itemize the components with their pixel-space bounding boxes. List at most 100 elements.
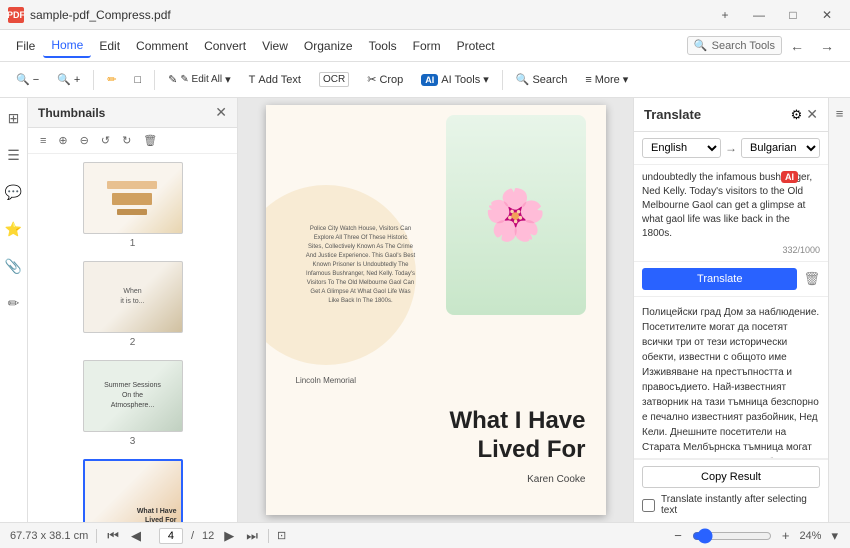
thumb-zoom-in-icon[interactable]: ⊕ bbox=[54, 132, 71, 149]
thumbnails-toolbar: ≡ ⊕ ⊖ ↺ ↻ 🗑 bbox=[28, 128, 237, 154]
titlebar: PDF sample-pdf_Compress.pdf + — □ ✕ bbox=[0, 0, 850, 30]
sidebar-attach-icon[interactable]: 📎 bbox=[1, 254, 26, 279]
copy-result-button[interactable]: Copy Result bbox=[642, 466, 820, 488]
thumbnail-number: 1 bbox=[130, 238, 136, 249]
add-text-button[interactable]: T Add Text bbox=[241, 70, 309, 90]
more-dropdown-icon: ▾ bbox=[623, 73, 629, 86]
thumbnail-item[interactable]: 1 bbox=[32, 162, 233, 249]
page-total-sep: / bbox=[191, 530, 194, 542]
thumbnail-item[interactable]: What I HaveLived For 4 bbox=[32, 459, 233, 522]
pdf-page: 🌸 Police City Watch House, Visitors Can … bbox=[266, 105, 606, 515]
ai-tools-badge: AI bbox=[421, 74, 438, 86]
nav-forward-button[interactable]: → bbox=[812, 35, 842, 57]
rect-icon: □ bbox=[135, 74, 142, 86]
nav-back-button[interactable]: ← bbox=[782, 35, 812, 57]
thumbnail-image: Summer SessionsOn theAtmosphere... bbox=[83, 360, 183, 432]
thumbnail-item[interactable]: Whenit is to... 2 bbox=[32, 261, 233, 348]
rect-button[interactable]: □ bbox=[127, 70, 150, 90]
thumbnail-list: 1 Whenit is to... 2 Summer SessionsOn th… bbox=[28, 154, 237, 522]
more-button[interactable]: ≡ More ▾ bbox=[577, 69, 636, 90]
minimize-button[interactable]: — bbox=[744, 4, 774, 26]
crop-button[interactable]: ✂ Crop bbox=[359, 69, 411, 90]
crop-icon: ✂ bbox=[367, 73, 376, 86]
first-page-button[interactable]: ⏮ bbox=[105, 528, 121, 544]
thumb-rotate-right-icon[interactable]: ↻ bbox=[118, 132, 135, 149]
zoom-out-button[interactable]: 🔍 − bbox=[8, 69, 47, 90]
thumb-delete-icon[interactable]: 🗑 bbox=[139, 132, 161, 149]
menu-tools[interactable]: Tools bbox=[361, 35, 405, 57]
translate-header: Translate ⚙ ✕ bbox=[634, 98, 828, 132]
thumbnails-panel: Thumbnails ✕ ≡ ⊕ ⊖ ↺ ↻ 🗑 1 bbox=[28, 98, 238, 522]
thumb-menu-icon[interactable]: ≡ bbox=[36, 133, 50, 149]
zoom-percent: 24% bbox=[799, 530, 821, 542]
translate-button[interactable]: Translate bbox=[642, 268, 797, 290]
left-sidebar: ⊞ ☰ 💬 ⭐ 📎 ✏ bbox=[0, 98, 28, 522]
page-number-input[interactable] bbox=[159, 528, 183, 544]
translate-close-button[interactable]: ✕ bbox=[806, 106, 818, 123]
menu-view[interactable]: View bbox=[254, 35, 296, 57]
ocr-button[interactable]: OCR bbox=[311, 68, 357, 91]
settings-icon[interactable]: ≡ bbox=[836, 106, 844, 121]
sidebar-comment-icon[interactable]: 💬 bbox=[1, 180, 26, 205]
statusbar: 67.73 x 38.1 cm ⏮ ◀ / 12 ▶ ⏭ ⊡ − + 24% ▾ bbox=[0, 522, 850, 548]
menu-edit[interactable]: Edit bbox=[91, 35, 128, 57]
fit-icon[interactable]: ⊡ bbox=[277, 529, 286, 542]
sidebar-sign-icon[interactable]: ✏ bbox=[4, 291, 24, 316]
zoom-dropdown-button[interactable]: ▾ bbox=[829, 528, 840, 544]
toolbar: 🔍 − 🔍 + ✏ □ ✎ ✎ Edit All ▾ T Add Text OC… bbox=[0, 62, 850, 98]
translate-results: Полицейски град Дом за наблюдение. Посет… bbox=[634, 297, 828, 459]
menu-protect[interactable]: Protect bbox=[449, 35, 503, 57]
search-button[interactable]: 🔍 Search bbox=[508, 69, 576, 90]
translate-lang-row: English → Bulgarian bbox=[634, 132, 828, 165]
translate-settings-button[interactable]: ⚙ bbox=[791, 107, 803, 123]
zoom-in-status-button[interactable]: + bbox=[780, 528, 792, 543]
main-area: ⊞ ☰ 💬 ⭐ 📎 ✏ Thumbnails ✕ ≡ ⊕ ⊖ ↺ ↻ 🗑 bbox=[0, 98, 850, 522]
clear-translate-button[interactable]: 🗑 bbox=[803, 271, 820, 287]
thumbnail-image: Whenit is to... bbox=[83, 261, 183, 333]
translate-input-area: AI undoubtedly the infamous bushranger, … bbox=[634, 165, 828, 262]
thumbnail-item[interactable]: Summer SessionsOn theAtmosphere... 3 bbox=[32, 360, 233, 447]
thumbnail-image: What I HaveLived For bbox=[83, 459, 183, 522]
zoom-in-button[interactable]: 🔍 + bbox=[49, 69, 88, 90]
pdf-author: Karen Cooke bbox=[527, 474, 585, 485]
close-button[interactable]: ✕ bbox=[812, 4, 842, 26]
thumbnail-image bbox=[83, 162, 183, 234]
menu-file[interactable]: File bbox=[8, 35, 43, 57]
source-language-select[interactable]: English bbox=[642, 138, 721, 158]
thumb-rotate-left-icon[interactable]: ↺ bbox=[97, 132, 114, 149]
pdf-text-block: Police City Watch House, Visitors Can Ex… bbox=[306, 225, 416, 306]
menu-organize[interactable]: Organize bbox=[296, 35, 361, 57]
status-sep-1 bbox=[96, 529, 97, 543]
toolbar-sep-1 bbox=[93, 70, 94, 90]
status-sep-2 bbox=[268, 529, 269, 543]
next-page-button[interactable]: ▶ bbox=[222, 528, 236, 544]
auto-translate-checkbox[interactable] bbox=[642, 499, 655, 512]
pdf-content-area[interactable]: 💬 🌸 Police City Watch House, Visitors Ca… bbox=[238, 98, 633, 522]
thumbnail-number: 3 bbox=[130, 436, 136, 447]
thumb-zoom-out-icon[interactable]: ⊖ bbox=[76, 132, 93, 149]
maximize-button[interactable]: □ bbox=[778, 4, 808, 26]
sidebar-bookmark-icon[interactable]: ☰ bbox=[3, 143, 24, 168]
thumbnails-close-button[interactable]: ✕ bbox=[215, 104, 227, 121]
edit-icon: ✎ bbox=[168, 73, 177, 86]
last-page-button[interactable]: ⏭ bbox=[244, 528, 260, 544]
edit-all-button[interactable]: ✎ ✎ Edit All ▾ bbox=[160, 69, 238, 90]
menu-form[interactable]: Form bbox=[405, 35, 449, 57]
search-icon: 🔍 bbox=[516, 73, 530, 86]
thumbnail-number: 2 bbox=[130, 337, 136, 348]
menu-home[interactable]: Home bbox=[43, 34, 91, 58]
new-tab-button[interactable]: + bbox=[710, 4, 740, 26]
more-icon: ≡ bbox=[585, 74, 591, 86]
zoom-slider[interactable] bbox=[692, 528, 772, 544]
target-language-select[interactable]: Bulgarian bbox=[741, 138, 820, 158]
ai-tools-button[interactable]: AI AI Tools ▾ bbox=[413, 69, 496, 90]
prev-page-button[interactable]: ◀ bbox=[129, 528, 143, 544]
menu-convert[interactable]: Convert bbox=[196, 35, 254, 57]
search-tools-box[interactable]: 🔍 Search Tools bbox=[687, 36, 782, 55]
page-dimensions: 67.73 x 38.1 cm bbox=[10, 530, 88, 542]
zoom-out-status-button[interactable]: − bbox=[672, 528, 684, 543]
menu-comment[interactable]: Comment bbox=[128, 35, 196, 57]
sidebar-page-icon[interactable]: ⊞ bbox=[4, 106, 24, 131]
highlight-button[interactable]: ✏ bbox=[99, 69, 124, 90]
sidebar-star-icon[interactable]: ⭐ bbox=[1, 217, 26, 242]
